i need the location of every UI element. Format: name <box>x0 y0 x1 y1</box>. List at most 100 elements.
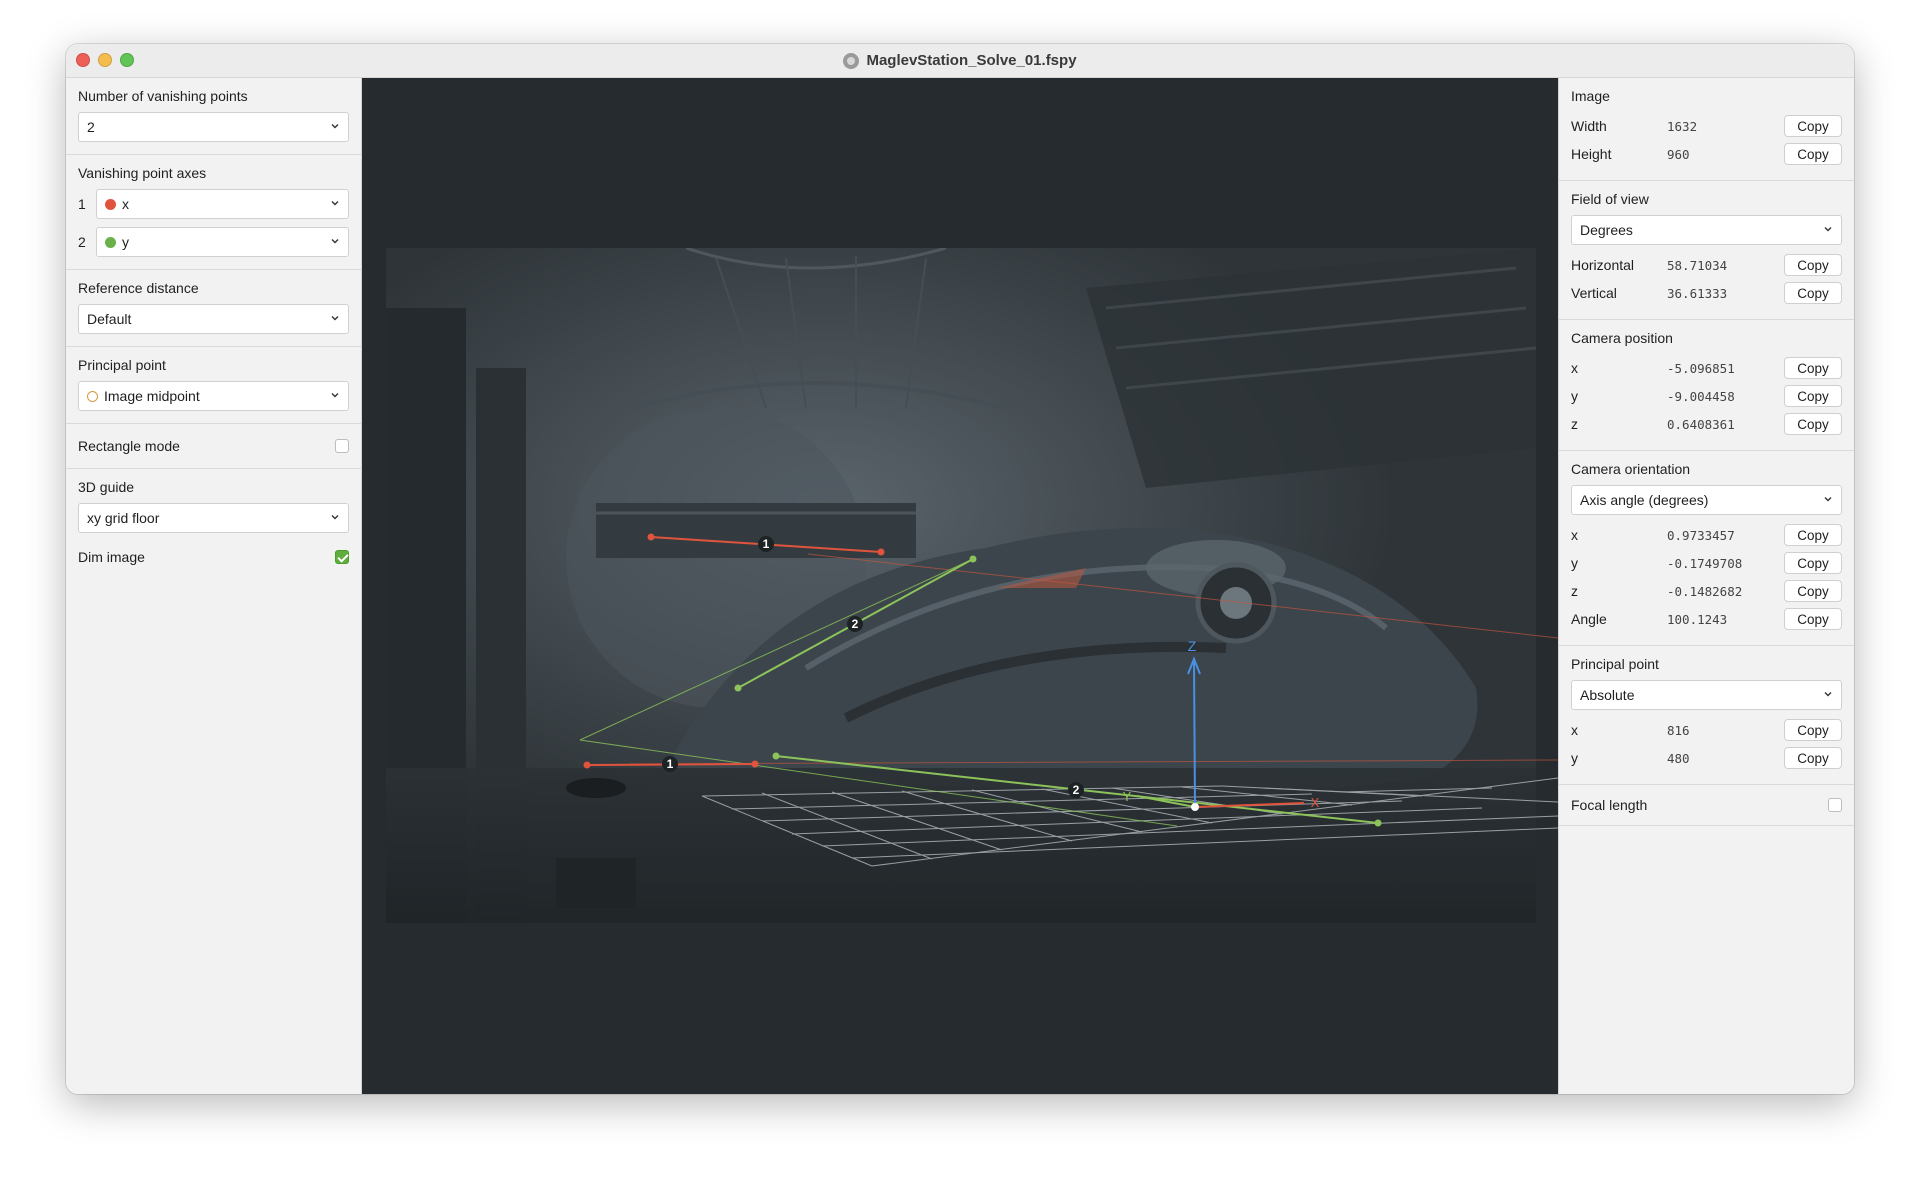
window-title-text: MaglevStation_Solve_01.fspy <box>866 52 1077 69</box>
control-handle[interactable] <box>1374 819 1382 827</box>
orientation-z-row: z -0.1482682 Copy <box>1571 577 1842 605</box>
image-height-row: Height 960 Copy <box>1571 140 1842 168</box>
guide-value: xy grid floor <box>87 510 160 526</box>
row-key: z <box>1571 416 1578 432</box>
chevron-down-icon <box>331 124 339 129</box>
red-horizon-line-1 <box>807 553 1558 639</box>
camera-position-label: Camera position <box>1571 330 1673 346</box>
axis-number: 1 <box>78 196 86 212</box>
vp2-control-segments[interactable] <box>734 555 1382 827</box>
vp1-segment-label: 1 <box>763 537 770 551</box>
image-section: Image Width 1632 Copy Height 960 Copy <box>1559 78 1854 181</box>
camera-position-y-row: y -9.004458 Copy <box>1571 382 1842 410</box>
copy-button[interactable]: Copy <box>1784 143 1842 165</box>
green-dot-icon <box>105 236 116 248</box>
vp1-segment-label: 1 <box>667 757 674 771</box>
left-settings-panel: Number of vanishing points 2 Vanishing p… <box>66 78 362 1094</box>
fov-unit-select[interactable]: Degrees <box>1571 215 1842 245</box>
rectangle-mode-checkbox[interactable] <box>335 439 349 453</box>
x-axis-vanishing-lines <box>629 553 1558 765</box>
reference-distance-section: Reference distance Default <box>66 270 361 347</box>
copy-button[interactable]: Copy <box>1784 524 1842 546</box>
reference-distance-select[interactable]: Default <box>78 304 349 334</box>
copy-button[interactable]: Copy <box>1784 608 1842 630</box>
dim-image-checkbox[interactable] <box>335 550 349 564</box>
copy-button[interactable]: Copy <box>1784 357 1842 379</box>
vanishing-axes-section: Vanishing point axes 1 x 2 y <box>66 155 361 270</box>
camera-orientation-section: Camera orientation Axis angle (degrees) … <box>1559 451 1854 646</box>
focal-length-row: Focal length <box>1571 797 1842 813</box>
vanishing-points-select[interactable]: 2 <box>78 112 349 142</box>
principal-point-section: Principal point Image midpoint <box>66 347 361 424</box>
copy-button[interactable]: Copy <box>1784 413 1842 435</box>
principal-point-result-label: Principal point <box>1571 656 1659 672</box>
row-value: 1632 <box>1667 118 1698 134</box>
window-title: MaglevStation_Solve_01.fspy <box>843 52 1077 69</box>
control-handle[interactable] <box>734 684 742 692</box>
row-key: x <box>1571 722 1578 738</box>
chevron-down-icon <box>331 316 339 321</box>
control-handle[interactable] <box>583 761 591 769</box>
y-axis-label: Y <box>1123 789 1132 804</box>
guide-label: 3D guide <box>78 479 135 495</box>
focal-length-checkbox[interactable] <box>1828 798 1842 812</box>
copy-button[interactable]: Copy <box>1784 552 1842 574</box>
x-axis-label: X <box>1311 795 1320 810</box>
row-key: Vertical <box>1571 285 1617 301</box>
image-label: Image <box>1571 88 1610 104</box>
row-value: -0.1482682 <box>1667 583 1743 599</box>
principal-point-value: Image midpoint <box>104 388 200 404</box>
origin-handle[interactable] <box>1191 803 1199 811</box>
dim-image-label: Dim image <box>78 549 145 565</box>
axis-1-value: x <box>122 196 129 212</box>
row-value: 960 <box>1667 146 1690 162</box>
row-key: y <box>1571 555 1578 571</box>
guide-select[interactable]: xy grid floor <box>78 503 349 533</box>
minimize-window-button[interactable] <box>98 53 112 67</box>
document-icon <box>843 52 860 69</box>
rectangle-mode-row: Rectangle mode <box>78 438 349 454</box>
control-handle[interactable] <box>969 555 977 563</box>
chevron-down-icon <box>331 239 339 244</box>
vanishing-points-section: Number of vanishing points 2 <box>66 78 361 155</box>
principal-point-mode-select[interactable]: Absolute <box>1571 680 1842 710</box>
row-key: z <box>1571 583 1578 599</box>
chevron-down-icon <box>1824 692 1832 697</box>
chevron-down-icon <box>331 201 339 206</box>
principal-point-mode-value: Absolute <box>1580 687 1635 703</box>
fov-section: Field of view Degrees Horizontal 58.7103… <box>1559 181 1854 320</box>
orientation-mode-select[interactable]: Axis angle (degrees) <box>1571 485 1842 515</box>
fov-vertical-row: Vertical 36.61333 Copy <box>1571 279 1842 307</box>
window-controls <box>76 53 134 67</box>
fov-horizontal-row: Horizontal 58.71034 Copy <box>1571 251 1842 279</box>
vanishing-axes-label: Vanishing point axes <box>78 165 207 181</box>
y-axis-vanishing-lines <box>579 558 1178 827</box>
copy-button[interactable]: Copy <box>1784 254 1842 276</box>
copy-button[interactable]: Copy <box>1784 115 1842 137</box>
image-viewport[interactable]: 1 1 2 2 Z X Y <box>362 78 1558 1094</box>
control-handle[interactable] <box>751 760 759 768</box>
control-handle[interactable] <box>647 533 655 541</box>
principal-point-label: Principal point <box>78 357 166 373</box>
camera-orientation-label: Camera orientation <box>1571 461 1691 477</box>
principal-point-select[interactable]: Image midpoint <box>78 381 349 411</box>
camera-position-section: Camera position x -5.096851 Copy y -9.00… <box>1559 320 1854 451</box>
focal-length-section: Focal length <box>1559 785 1854 826</box>
copy-button[interactable]: Copy <box>1784 580 1842 602</box>
rectangle-mode-section: Rectangle mode <box>66 424 361 469</box>
axis-2-select[interactable]: y <box>96 227 349 257</box>
copy-button[interactable]: Copy <box>1784 747 1842 769</box>
control-handle[interactable] <box>877 548 885 556</box>
control-handle[interactable] <box>772 752 780 760</box>
copy-button[interactable]: Copy <box>1784 385 1842 407</box>
principal-point-x-row: x 816 Copy <box>1571 716 1842 744</box>
close-window-button[interactable] <box>76 53 90 67</box>
row-key: Width <box>1571 118 1607 134</box>
copy-button[interactable]: Copy <box>1784 719 1842 741</box>
image-width-row: Width 1632 Copy <box>1571 112 1842 140</box>
copy-button[interactable]: Copy <box>1784 282 1842 304</box>
vp1-control-segments[interactable] <box>583 533 885 769</box>
axis-1-select[interactable]: x <box>96 189 349 219</box>
maximize-window-button[interactable] <box>120 53 134 67</box>
red-dot-icon <box>105 198 116 210</box>
